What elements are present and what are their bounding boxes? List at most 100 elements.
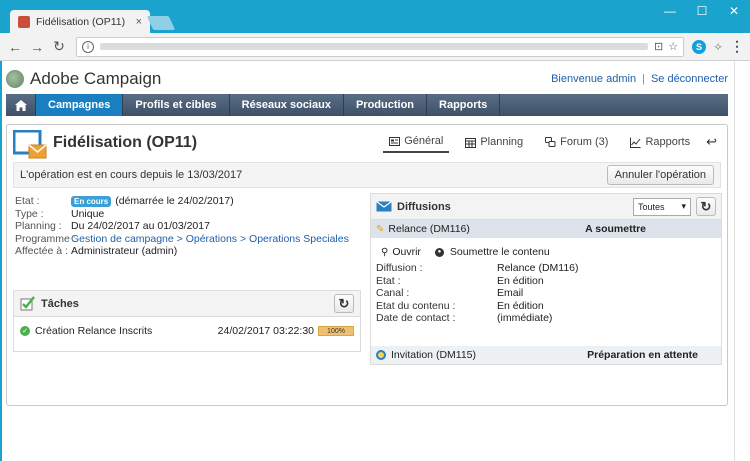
delivery-state: A soumettre	[585, 223, 646, 235]
status-text: L'opération est en cours depuis le 13/03…	[20, 169, 243, 181]
task-row[interactable]: ✓ Création Relance Inscrits 24/02/2017 0…	[14, 322, 360, 340]
delivery-actions: ⚲ Ouvrir ● Soumettre le contenu	[371, 242, 721, 262]
new-tab-button[interactable]	[146, 16, 176, 30]
app-header: Adobe Campaign Bienvenue admin | Se déco…	[6, 66, 728, 92]
tab-general-label: Général	[404, 135, 444, 147]
extension-icon[interactable]: ⟡	[714, 39, 722, 54]
browser-toolbar: ← → ↻ i ⊡ ☆ S ⟡ ⋮	[0, 33, 750, 61]
planning-label: Planning :	[15, 220, 62, 233]
back-icon[interactable]: ←	[6, 38, 24, 56]
detail-value-etat: En édition	[497, 274, 544, 287]
skype-extension-icon[interactable]: S	[692, 39, 707, 54]
tab-forum[interactable]: Forum (3)	[539, 132, 614, 152]
page-title: Fidélisation (OP11)	[53, 134, 198, 151]
invitation-icon	[376, 350, 386, 360]
general-icon	[389, 136, 401, 146]
favicon-icon	[18, 15, 30, 28]
state-value: (démarrée le 24/02/2017)	[115, 195, 234, 208]
search-icon: ⚲	[381, 246, 389, 258]
tab-close-icon[interactable]: ×	[136, 16, 142, 28]
deliveries-filter-select[interactable]: Toutes ▾	[633, 197, 691, 216]
submit-label: Soumettre le contenu	[449, 246, 550, 258]
nav-reseaux-sociaux[interactable]: Réseaux sociaux	[230, 94, 344, 116]
browser-titlebar: Fidélisation (OP11) × — ☐ ✕	[0, 0, 750, 33]
delivery-row[interactable]: ✎ Relance (DM116) A soumettre	[371, 220, 721, 238]
bookmark-star-icon[interactable]: ☆	[668, 40, 678, 53]
detail-label-etat: Etat :	[376, 274, 401, 287]
detail-label-content-state: Etat du contenu :	[376, 299, 456, 312]
forward-icon[interactable]: →	[28, 38, 46, 56]
deliveries-box: Diffusions Toutes ▾ ↻ ✎ Relance (DM116) …	[370, 193, 722, 365]
cancel-operation-button[interactable]: Annuler l'opération	[606, 165, 714, 185]
planning-value: Du 24/02/2017 au 01/03/2017	[71, 220, 210, 233]
detail-label-contact-date: Date de contact :	[376, 312, 456, 325]
open-delivery-button[interactable]: ⚲ Ouvrir	[381, 246, 421, 258]
nav-production[interactable]: Production	[344, 94, 428, 116]
forum-icon	[545, 136, 556, 147]
address-bar[interactable]: i ⊡ ☆	[76, 36, 685, 57]
submit-content-button[interactable]: ● Soumettre le contenu	[434, 246, 550, 258]
detail-value-diffusion: Relance (DM116)	[497, 262, 579, 275]
view-tabs: Général Planning Forum (3) Rapports ↩	[383, 131, 717, 153]
calendar-icon	[465, 137, 477, 148]
nav-profils-cibles[interactable]: Profils et cibles	[123, 94, 230, 116]
submit-icon: ●	[434, 247, 444, 257]
task-progress-bar: 100%	[318, 326, 354, 336]
url-text-blurred	[100, 43, 648, 50]
deliveries-filter-value: Toutes	[638, 201, 665, 212]
delivery-state: Préparation en attente	[587, 349, 698, 361]
browser-tab[interactable]: Fidélisation (OP11) ×	[10, 10, 150, 33]
delivery-name: Relance (DM116)	[388, 223, 470, 235]
tab-title: Fidélisation (OP11)	[36, 15, 126, 28]
page-margin	[734, 61, 750, 461]
chart-icon	[630, 137, 641, 148]
logout-link[interactable]: Se déconnecter	[651, 73, 728, 85]
task-date: 24/02/2017 03:22:30	[217, 325, 314, 337]
tab-general[interactable]: Général	[383, 131, 450, 153]
window-controls: — ☐ ✕	[654, 0, 750, 22]
detail-value-content-state: En édition	[497, 299, 544, 312]
adobe-campaign-logo-icon	[6, 70, 24, 88]
delivery-name: Invitation (DM115)	[391, 349, 477, 361]
type-label: Type :	[15, 207, 44, 220]
welcome-link[interactable]: Bienvenue admin	[551, 73, 636, 85]
back-arrow-icon[interactable]: ↩	[706, 134, 717, 150]
translate-icon[interactable]: ⊡	[654, 40, 663, 53]
tab-planning[interactable]: Planning	[459, 132, 529, 152]
minimize-button[interactable]: —	[654, 0, 686, 22]
deliveries-refresh-button[interactable]: ↻	[696, 197, 716, 216]
program-link[interactable]: Gestion de campagne > Opérations > Opera…	[71, 233, 349, 245]
home-icon[interactable]	[6, 94, 36, 116]
deliveries-header: Diffusions Toutes ▾ ↻	[371, 194, 721, 220]
state-label: Etat :	[15, 195, 40, 208]
delivery-row[interactable]: Invitation (DM115) Préparation en attent…	[371, 346, 721, 364]
tasks-refresh-button[interactable]: ↻	[334, 294, 354, 313]
task-name: Création Relance Inscrits	[35, 325, 153, 337]
nav-campagnes[interactable]: Campagnes	[36, 94, 124, 116]
maximize-button[interactable]: ☐	[686, 0, 718, 22]
tasks-box: Tâches ↻ ✓ Création Relance Inscrits 24/…	[13, 290, 361, 352]
program-label: Programme :	[15, 232, 76, 245]
assigned-value: Administrateur (admin)	[71, 245, 178, 258]
browser-menu-icon[interactable]: ⋮	[730, 38, 744, 55]
tasks-title: Tâches	[41, 297, 79, 310]
tab-rapports[interactable]: Rapports	[624, 132, 696, 152]
reload-icon[interactable]: ↻	[50, 38, 68, 56]
header-separator: |	[642, 73, 645, 85]
assigned-label: Affectée à :	[15, 245, 68, 258]
info-icon[interactable]: i	[82, 40, 94, 53]
detail-label-canal: Canal :	[376, 287, 410, 300]
detail-value-contact-date: (immédiate)	[497, 312, 553, 325]
envelope-icon	[376, 201, 392, 212]
tab-planning-label: Planning	[480, 136, 524, 148]
tab-forum-label: Forum (3)	[560, 136, 609, 148]
close-window-button[interactable]: ✕	[718, 0, 750, 22]
deliveries-title: Diffusions	[397, 200, 451, 213]
operation-status-bar: L'opération est en cours depuis le 13/03…	[13, 162, 721, 188]
detail-label-diffusion: Diffusion :	[376, 262, 423, 275]
detail-value-canal: Email	[497, 287, 524, 300]
main-nav: Campagnes Profils et cibles Réseaux soci…	[6, 94, 728, 116]
operation-icon	[13, 130, 47, 159]
nav-rapports[interactable]: Rapports	[427, 94, 501, 116]
tasks-header: Tâches ↻	[14, 291, 360, 317]
